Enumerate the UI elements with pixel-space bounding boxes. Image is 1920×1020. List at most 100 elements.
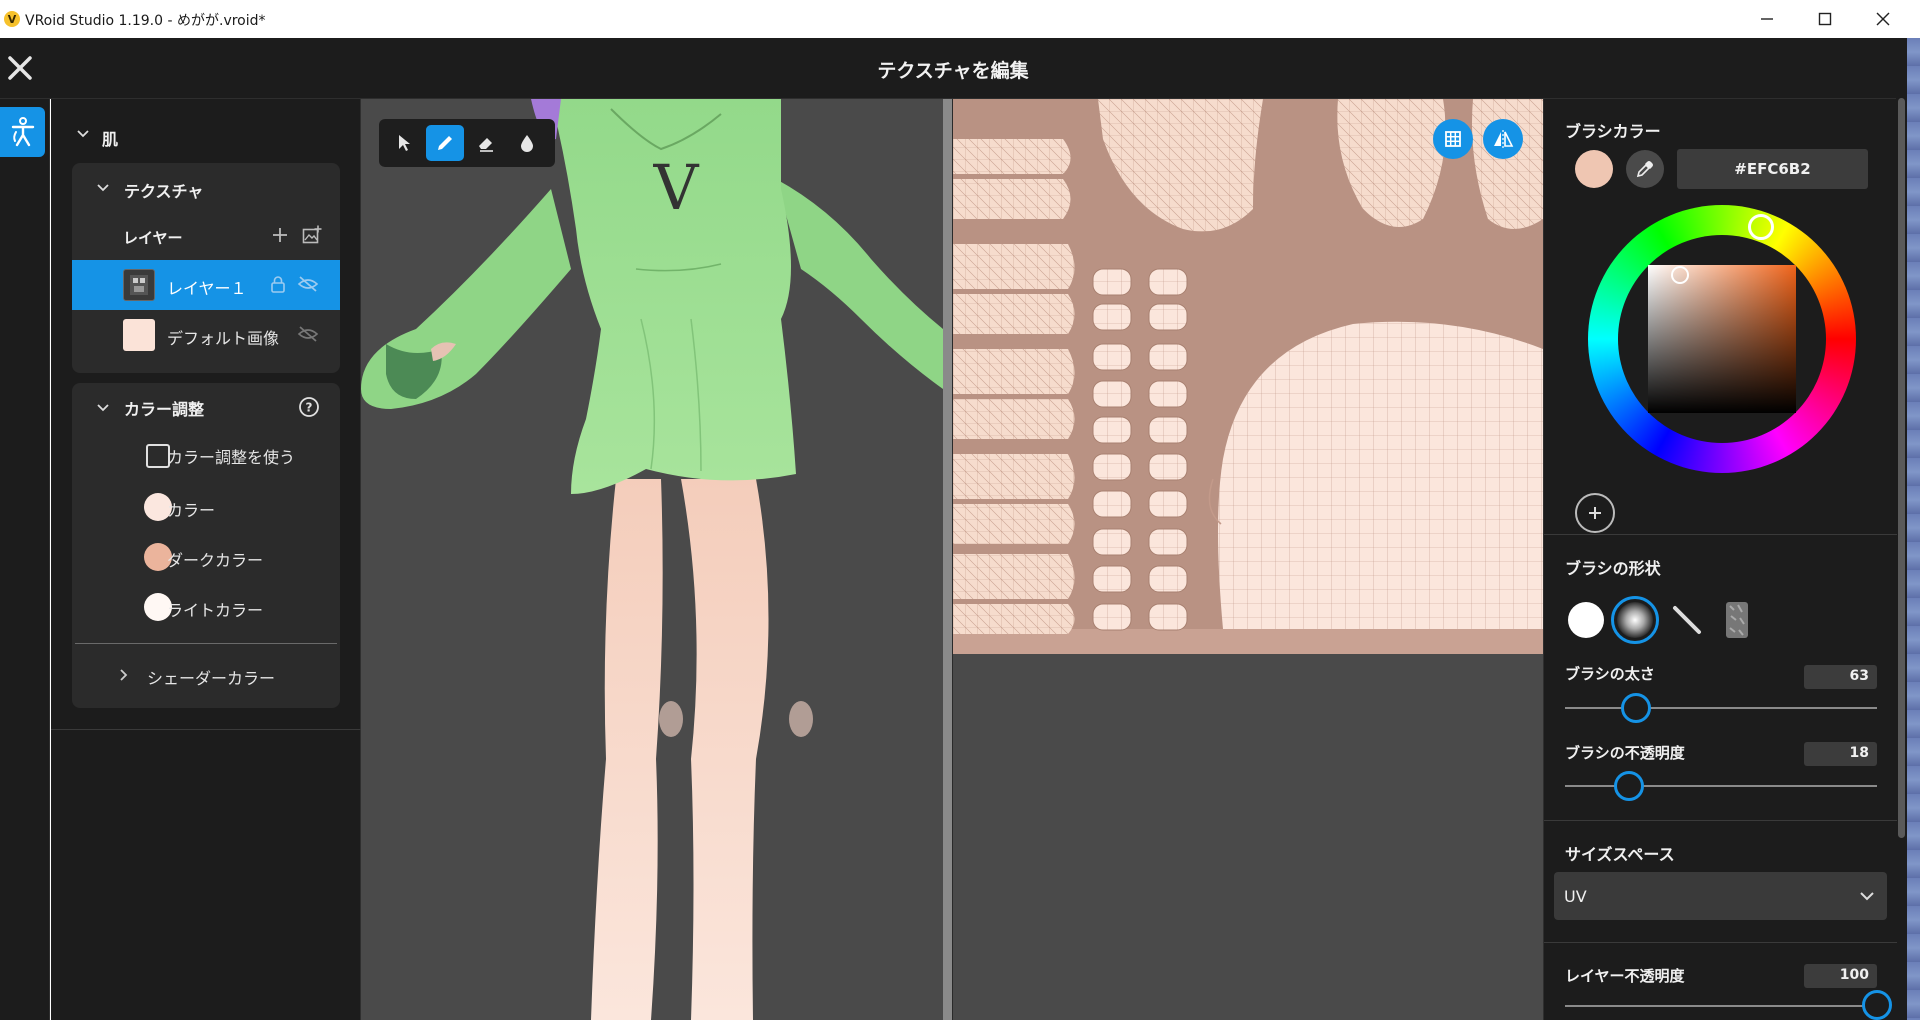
uv-texture-view[interactable] <box>953 99 1543 1020</box>
right-panel: ブラシカラー #EFC6B2 ブラシの形状 ブラシの太さ 63 ブラシの不透明度… <box>1543 99 1897 1020</box>
dress-logo: V <box>653 151 700 224</box>
layer-opacity-label: レイヤー不透明度 <box>1565 967 1685 985</box>
3d-viewport[interactable]: V <box>361 99 943 1020</box>
brush-shape-soft[interactable] <box>1611 596 1659 644</box>
saturation-value-square[interactable] <box>1648 265 1796 413</box>
minimize-icon <box>1761 18 1773 20</box>
divider <box>1544 942 1897 943</box>
size-space-title: サイズスペース <box>1565 845 1675 864</box>
uv-texture-canvas <box>953 99 1543 654</box>
minimize-button[interactable] <box>1738 0 1796 38</box>
lock-icon[interactable] <box>270 275 286 293</box>
scrollbar-thumb[interactable] <box>1898 98 1905 838</box>
splitter-bar[interactable] <box>943 99 952 1020</box>
help-icon[interactable]: ? <box>298 396 320 418</box>
texture-brush-icon <box>1726 602 1748 638</box>
color-adjust-card: カラー調整 ? カラー調整を使う カラー ダークカラー ライトカラー シェーダー… <box>72 383 340 708</box>
maximize-icon <box>1818 12 1832 26</box>
layer-opacity-slider-knob[interactable] <box>1862 990 1892 1020</box>
brush-opacity-slider-knob[interactable] <box>1614 771 1644 801</box>
hex-color-input[interactable]: #EFC6B2 <box>1677 149 1868 189</box>
chevron-down-icon <box>1860 892 1874 901</box>
uv-grid-toggle-button[interactable] <box>1433 119 1473 159</box>
plus-icon <box>1589 507 1601 519</box>
chevron-down-icon[interactable] <box>97 182 109 194</box>
layer-opacity-slider-track[interactable] <box>1565 1005 1877 1007</box>
layer-name: デフォルト画像 <box>167 329 280 348</box>
divider <box>75 643 337 644</box>
color-adjust-title: カラー調整 <box>124 400 205 419</box>
color-label: カラー <box>167 501 216 520</box>
eyedropper-button[interactable] <box>1626 150 1664 188</box>
eraser-icon <box>479 138 493 152</box>
editor-header: テクスチャを編集 <box>0 38 1896 99</box>
section-title-skin: 肌 <box>102 130 119 149</box>
chevron-down-icon[interactable] <box>77 128 89 140</box>
drop-icon <box>521 135 533 152</box>
brush-size-slider-knob[interactable] <box>1621 693 1651 723</box>
body-figure-icon <box>11 117 34 147</box>
pen-icon <box>438 136 452 150</box>
sv-picker-handle[interactable] <box>1671 266 1689 284</box>
texture-title: テクスチャ <box>124 182 204 201</box>
shader-color-label[interactable]: シェーダーカラー <box>147 665 275 689</box>
pen-tool-button[interactable] <box>426 125 464 161</box>
add-layer-icon[interactable] <box>272 227 288 243</box>
eraser-tool-button[interactable] <box>467 125 505 161</box>
grid-icon <box>1445 131 1461 147</box>
texture-card: テクスチャ レイヤー レイヤー１ デフォルト画像 <box>72 163 340 373</box>
maximize-button[interactable] <box>1796 0 1854 38</box>
paint-toolbar <box>379 119 555 167</box>
layer-row-2[interactable]: デフォルト画像 <box>72 310 340 360</box>
brush-size-label: ブラシの太さ <box>1565 665 1655 683</box>
add-image-layer-icon[interactable] <box>302 225 322 245</box>
window-title: VRoid Studio 1.19.0 - めがが.vroid* <box>25 13 266 29</box>
close-icon <box>1876 12 1890 26</box>
hard-brush-icon <box>1568 602 1604 638</box>
brush-color-title: ブラシカラー <box>1565 122 1661 141</box>
layer-thumbnail <box>123 269 155 301</box>
visibility-off-icon[interactable] <box>297 325 319 343</box>
hue-picker-handle[interactable] <box>1748 214 1774 240</box>
add-color-preset-button[interactable] <box>1575 493 1615 533</box>
brush-color-swatch[interactable] <box>1575 150 1613 188</box>
layers-label: レイヤー <box>123 229 183 247</box>
left-panel-empty <box>51 730 361 1020</box>
app-window: V VRoid Studio 1.19.0 - めがが.vroid* テクスチャ… <box>0 0 1920 1020</box>
soft-brush-icon <box>1617 602 1653 638</box>
eyedropper-icon <box>1636 161 1653 178</box>
size-space-select[interactable]: UV <box>1554 872 1887 920</box>
page-title: テクスチャを編集 <box>877 60 1029 82</box>
divider <box>1544 820 1897 821</box>
brush-shape-texture[interactable] <box>1713 596 1761 644</box>
line-brush-icon <box>1673 606 1701 634</box>
brush-size-slider-track[interactable] <box>1565 707 1877 709</box>
layer-opacity-value[interactable]: 100 <box>1804 964 1877 988</box>
mirror-toggle-button[interactable] <box>1483 119 1523 159</box>
fill-tool-button[interactable] <box>508 125 546 161</box>
brush-opacity-label: ブラシの不透明度 <box>1565 744 1685 762</box>
view-splitter[interactable] <box>943 99 953 1020</box>
brush-shape-line[interactable] <box>1663 596 1711 644</box>
brush-opacity-value[interactable]: 18 <box>1804 742 1877 766</box>
body-mode-button[interactable] <box>0 107 45 157</box>
use-color-adjust-row: カラー調整を使う <box>72 433 340 477</box>
size-space-value: UV <box>1564 887 1587 906</box>
brush-shape-hard[interactable] <box>1562 596 1610 644</box>
desktop-background-strip <box>1907 38 1920 1020</box>
use-color-adjust-label: カラー調整を使う <box>167 448 296 467</box>
brush-size-value[interactable]: 63 <box>1804 665 1877 689</box>
brush-shape-title: ブラシの形状 <box>1565 559 1661 578</box>
visibility-off-icon[interactable] <box>297 275 319 293</box>
app-logo-icon: V <box>4 11 20 27</box>
chevron-down-icon[interactable] <box>97 402 109 414</box>
layer-row-1[interactable]: レイヤー１ <box>72 260 340 310</box>
left-rail <box>0 99 50 1020</box>
chevron-right-icon[interactable] <box>118 669 130 681</box>
character-model-view: V <box>361 99 943 1020</box>
layer-name: レイヤー１ <box>167 279 247 298</box>
divider <box>1544 534 1897 535</box>
window-close-button[interactable] <box>1854 0 1912 38</box>
select-tool-button[interactable] <box>385 125 423 161</box>
brush-opacity-slider-track[interactable] <box>1565 785 1877 787</box>
